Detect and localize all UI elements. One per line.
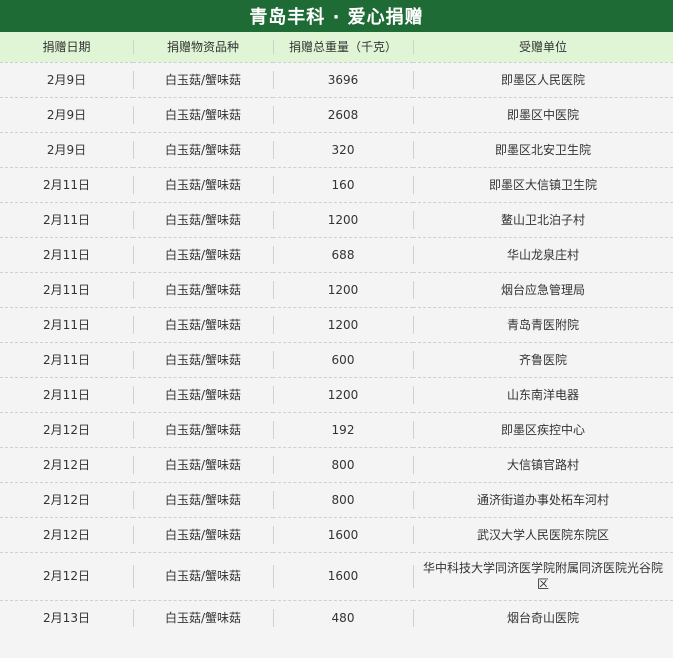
- cell-date: 2月12日: [43, 569, 90, 583]
- cell-item: 白玉菇/蟹味菇: [133, 447, 273, 482]
- table-row: 2月13日 白玉菇/蟹味菇 480 烟台奇山医院: [0, 600, 673, 635]
- table-row: 2月11日 白玉菇/蟹味菇 160 即墨区大信镇卫生院: [0, 167, 673, 202]
- cell-date: 2月13日: [43, 610, 90, 625]
- table-header: 捐赠日期 捐赠物资品种 捐赠总重量（千克） 受赠单位: [0, 32, 673, 62]
- cell-date: 2月9日: [46, 107, 87, 122]
- cell-item: 白玉菇/蟹味菇: [133, 62, 273, 97]
- cell-date: 2月12日: [43, 527, 90, 542]
- table-row: 2月11日 白玉菇/蟹味菇 1200 鳌山卫北泊子村: [0, 202, 673, 237]
- cell-date: 2月12日: [43, 422, 90, 437]
- table-row: 2月11日 白玉菇/蟹味菇 600 齐鲁医院: [0, 342, 673, 377]
- page-title: 青岛丰科 · 爱心捐赠: [0, 0, 673, 32]
- cell-weight: 160: [273, 167, 413, 202]
- cell-recipient: 武汉大学人民医院东院区: [413, 517, 673, 552]
- cell-date: 2月12日: [43, 492, 90, 507]
- cell-recipient: 华中科技大学同济医学院附属同济医院光谷院区: [413, 552, 673, 600]
- cell-recipient: 烟台奇山医院: [413, 600, 673, 635]
- cell-item: 白玉菇/蟹味菇: [133, 377, 273, 412]
- cell-recipient: 青岛青医附院: [413, 307, 673, 342]
- cell-date: 2月11日: [43, 177, 90, 192]
- cell-recipient: 即墨区北安卫生院: [413, 132, 673, 167]
- header-row: 捐赠日期 捐赠物资品种 捐赠总重量（千克） 受赠单位: [0, 32, 673, 62]
- cell-weight: 1200: [273, 272, 413, 307]
- table-row: 2月11日 白玉菇/蟹味菇 1200 山东南洋电器: [0, 377, 673, 412]
- cell-item: 白玉菇/蟹味菇: [133, 132, 273, 167]
- table-row: 2月12日 白玉菇/蟹味菇 1600 武汉大学人民医院东院区: [0, 517, 673, 552]
- cell-date: 2月11日: [43, 387, 90, 402]
- cell-item: 白玉菇/蟹味菇: [133, 307, 273, 342]
- cell-weight: 1200: [273, 307, 413, 342]
- table-row: 2月11日 白玉菇/蟹味菇 1200 烟台应急管理局: [0, 272, 673, 307]
- donation-table: 捐赠日期 捐赠物资品种 捐赠总重量（千克） 受赠单位 2月9日 白玉菇/蟹味菇 …: [0, 32, 673, 635]
- cell-recipient: 烟台应急管理局: [413, 272, 673, 307]
- table-row: 2月9日 白玉菇/蟹味菇 2608 即墨区中医院: [0, 97, 673, 132]
- cell-recipient: 即墨区人民医院: [413, 62, 673, 97]
- cell-date: 2月11日: [43, 212, 90, 227]
- cell-item: 白玉菇/蟹味菇: [133, 600, 273, 635]
- cell-weight: 1200: [273, 202, 413, 237]
- column-header-item: 捐赠物资品种: [133, 32, 273, 62]
- cell-weight: 688: [273, 237, 413, 272]
- table-row: 2月11日 白玉菇/蟹味菇 688 华山龙泉庄村: [0, 237, 673, 272]
- cell-item: 白玉菇/蟹味菇: [133, 97, 273, 132]
- table-body: 2月9日 白玉菇/蟹味菇 3696 即墨区人民医院 2月9日 白玉菇/蟹味菇 2…: [0, 62, 673, 635]
- cell-weight: 1200: [273, 377, 413, 412]
- column-header-recipient: 受赠单位: [413, 32, 673, 62]
- table-row: 2月11日 白玉菇/蟹味菇 1200 青岛青医附院: [0, 307, 673, 342]
- cell-recipient: 山东南洋电器: [413, 377, 673, 412]
- table-row: 2月9日 白玉菇/蟹味菇 320 即墨区北安卫生院: [0, 132, 673, 167]
- cell-item: 白玉菇/蟹味菇: [133, 412, 273, 447]
- table-row: 2月9日 白玉菇/蟹味菇 3696 即墨区人民医院: [0, 62, 673, 97]
- cell-weight: 192: [273, 412, 413, 447]
- cell-item: 白玉菇/蟹味菇: [133, 202, 273, 237]
- cell-weight: 1600: [273, 552, 413, 600]
- cell-date: 2月11日: [43, 352, 90, 367]
- table-row: 2月12日 白玉菇/蟹味菇 800 大信镇官路村: [0, 447, 673, 482]
- cell-weight: 600: [273, 342, 413, 377]
- cell-weight: 800: [273, 447, 413, 482]
- cell-date: 2月9日: [46, 72, 87, 87]
- cell-recipient: 即墨区中医院: [413, 97, 673, 132]
- cell-recipient: 大信镇官路村: [413, 447, 673, 482]
- table-row: 2月12日 白玉菇/蟹味菇 800 通济街道办事处柘车河村: [0, 482, 673, 517]
- cell-item: 白玉菇/蟹味菇: [133, 272, 273, 307]
- column-header-date: 捐赠日期: [42, 40, 91, 55]
- cell-recipient: 即墨区疾控中心: [413, 412, 673, 447]
- cell-item: 白玉菇/蟹味菇: [133, 342, 273, 377]
- cell-date: 2月11日: [43, 317, 90, 332]
- column-header-weight: 捐赠总重量（千克）: [273, 32, 413, 62]
- cell-weight: 2608: [273, 97, 413, 132]
- cell-weight: 3696: [273, 62, 413, 97]
- cell-weight: 1600: [273, 517, 413, 552]
- cell-date: 2月11日: [43, 247, 90, 262]
- cell-item: 白玉菇/蟹味菇: [133, 167, 273, 202]
- cell-date: 2月9日: [46, 142, 87, 157]
- cell-recipient: 通济街道办事处柘车河村: [413, 482, 673, 517]
- cell-item: 白玉菇/蟹味菇: [133, 552, 273, 600]
- table-row: 2月12日 白玉菇/蟹味菇 1600 华中科技大学同济医学院附属同济医院光谷院区: [0, 552, 673, 600]
- cell-recipient: 华山龙泉庄村: [413, 237, 673, 272]
- cell-recipient: 即墨区大信镇卫生院: [413, 167, 673, 202]
- cell-weight: 480: [273, 600, 413, 635]
- cell-weight: 320: [273, 132, 413, 167]
- cell-weight: 800: [273, 482, 413, 517]
- cell-recipient: 鳌山卫北泊子村: [413, 202, 673, 237]
- cell-item: 白玉菇/蟹味菇: [133, 482, 273, 517]
- cell-date: 2月12日: [43, 457, 90, 472]
- cell-recipient: 齐鲁医院: [413, 342, 673, 377]
- cell-item: 白玉菇/蟹味菇: [133, 237, 273, 272]
- table-row: 2月12日 白玉菇/蟹味菇 192 即墨区疾控中心: [0, 412, 673, 447]
- cell-item: 白玉菇/蟹味菇: [133, 517, 273, 552]
- cell-date: 2月11日: [43, 282, 90, 297]
